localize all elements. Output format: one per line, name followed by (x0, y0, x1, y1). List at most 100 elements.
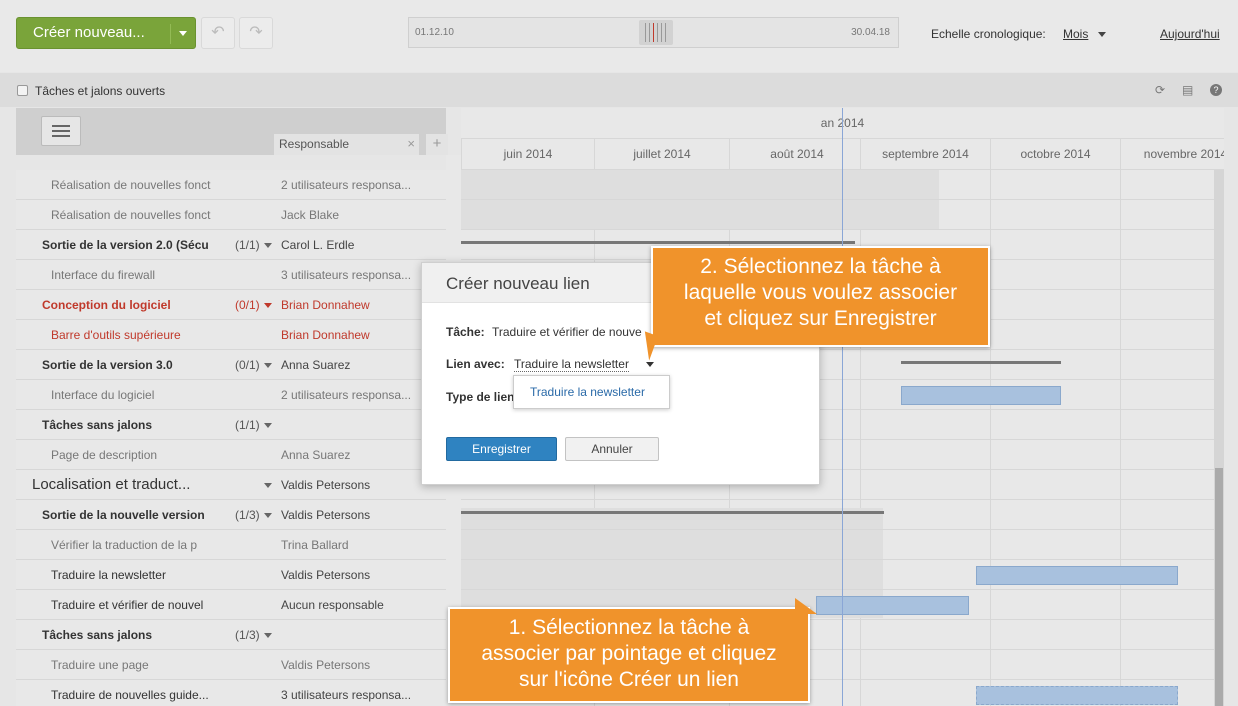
dialog-title: Créer nouveau lien (446, 274, 590, 293)
link-with-select[interactable]: Traduire la newsletter (514, 357, 629, 372)
task-name: Conception du logiciel (42, 298, 171, 312)
task-bar[interactable] (976, 686, 1178, 705)
redo-icon: ↷ (249, 24, 263, 41)
month-label: septembre 2014 (860, 139, 990, 170)
chevron-down-icon[interactable] (264, 363, 272, 368)
scale-select[interactable]: Mois (1063, 27, 1088, 41)
task-row[interactable]: Sortie de la version 2.0 (Sécu (1/1) Carol… (16, 230, 446, 260)
task-responsible: Brian Donnahew (281, 298, 370, 312)
link-type-label: Type de lien (446, 390, 514, 404)
task-count: (1/3) (235, 628, 260, 642)
task-name: Interface du firewall (51, 268, 156, 282)
task-row[interactable]: Vérifier la traduction de la p Trina Ball… (16, 530, 446, 560)
task-row[interactable]: Sortie de la version 3.0 (0/1) Anna Suarez (16, 350, 446, 380)
scale-label: Echelle cronologique: (931, 27, 1046, 41)
task-name: Sortie de la version 3.0 (42, 358, 173, 372)
task-bar[interactable] (816, 596, 969, 615)
responsible-column-header[interactable]: Responsable × (274, 134, 419, 155)
task-responsible: Anna Suarez (281, 448, 351, 462)
task-name: Interface du logiciel (51, 388, 155, 402)
create-new-label: Créer nouveau... (33, 24, 145, 41)
summary-bar[interactable] (461, 511, 884, 514)
chevron-down-icon[interactable] (264, 303, 272, 308)
timeline-end-date: 30.04.18 (851, 27, 890, 38)
callout-step-1: 1. Sélectionnez la tâche à associer par … (448, 607, 810, 703)
callout-step-2: 2. Sélectionnez la tâche à laquelle vous… (651, 246, 990, 347)
grid-header: Responsable × + (16, 108, 448, 155)
task-name: Sortie de la nouvelle version (42, 508, 205, 522)
cancel-button[interactable]: Annuler (565, 437, 659, 461)
task-name: Traduire de nouvelles guide... (51, 688, 209, 702)
callout-line: sur l'icône Créer un lien (519, 668, 739, 691)
task-row[interactable]: Traduire une page Valdis Petersons (16, 650, 446, 680)
task-row[interactable]: Réalisation de nouvelles fonct 2 utilisat… (16, 170, 446, 200)
add-column-button[interactable]: + (426, 134, 448, 155)
task-row[interactable]: Conception du logiciel (0/1) Brian Donnahe… (16, 290, 446, 320)
task-row[interactable]: Tâches sans jalons (1/1) (16, 410, 446, 440)
chevron-down-icon[interactable] (264, 483, 272, 488)
task-row[interactable]: Sortie de la nouvelle version (1/3) Valdis… (16, 500, 446, 530)
chevron-down-icon[interactable] (264, 423, 272, 428)
help-icon[interactable]: ? (1210, 84, 1222, 96)
task-responsible: Valdis Petersons (281, 508, 371, 522)
task-count: (1/1) (235, 238, 260, 252)
task-name: Page de description (51, 448, 158, 462)
chevron-down-icon[interactable] (646, 362, 654, 367)
summary-bar[interactable] (461, 241, 855, 244)
task-row[interactable]: Traduire et vérifier de nouvel Aucun resp… (16, 590, 446, 620)
task-row[interactable]: Interface du firewall 3 utilisateurs resp… (16, 260, 446, 290)
task-row[interactable]: Interface du logiciel 2 utilisateurs resp… (16, 380, 446, 410)
task-label: Tâche: (446, 325, 485, 339)
open-tasks-checkbox[interactable] (17, 85, 28, 96)
timeline-slider-handle[interactable] (639, 20, 673, 45)
task-row[interactable]: Traduire la newsletter Valdis Petersons (16, 560, 446, 590)
task-row[interactable]: Tâches sans jalons (1/3) (16, 620, 446, 650)
task-responsible: Brian Donnahew (281, 328, 370, 342)
task-count: (0/1) (235, 358, 260, 372)
top-toolbar: Créer nouveau... ↶ ↷ 01.12.10 30.04.18 E… (0, 0, 1238, 72)
task-name: Réalisation de nouvelles fonct (51, 178, 211, 192)
grid-menu-button[interactable] (41, 116, 81, 146)
task-name: Traduire une page (51, 658, 149, 672)
task-name: Localisation et traduct... (32, 476, 191, 493)
callout-line: et cliquez sur Enregistrer (704, 307, 937, 330)
task-name: Barre d'outils supérieure (51, 328, 181, 342)
today-link[interactable]: Aujourd'hui (1160, 27, 1220, 41)
chevron-down-icon[interactable] (1098, 32, 1106, 37)
refresh-icon[interactable]: ⟳ (1155, 83, 1165, 97)
task-name: Vérifier la traduction de la p (51, 538, 198, 552)
task-responsible: Trina Ballard (281, 538, 349, 552)
chevron-down-icon[interactable] (264, 243, 272, 248)
close-icon[interactable]: × (407, 134, 415, 154)
task-row[interactable]: Traduire de nouvelles guide... 3 utilisat… (16, 680, 446, 706)
callout-pointer (795, 598, 817, 614)
task-name: Traduire et vérifier de nouvel (51, 598, 204, 612)
task-responsible: 2 utilisateurs responsa... (281, 178, 412, 192)
task-row[interactable]: Localisation et traduct... Valdis Peterso… (16, 470, 446, 500)
dropdown-option[interactable]: Traduire la newsletter (530, 385, 645, 399)
create-new-button[interactable]: Créer nouveau... (16, 17, 196, 49)
summary-bar[interactable] (901, 361, 1061, 364)
scrollbar-thumb[interactable] (1215, 468, 1223, 706)
task-name: Traduire la newsletter (51, 568, 166, 582)
save-button[interactable]: Enregistrer (446, 437, 557, 461)
callout-line: 2. Sélectionnez la tâche à (700, 255, 941, 278)
task-bar[interactable] (976, 566, 1178, 585)
vertical-scrollbar[interactable] (1214, 170, 1224, 706)
month-label: août 2014 (729, 139, 864, 170)
print-icon[interactable]: ▤ (1182, 83, 1193, 97)
task-row[interactable]: Barre d'outils supérieure Brian Donnahew (16, 320, 446, 350)
redo-button[interactable]: ↷ (239, 17, 273, 49)
timeline-navigator[interactable]: 01.12.10 30.04.18 (408, 17, 899, 48)
callout-line: 1. Sélectionnez la tâche à (508, 616, 750, 639)
link-with-dropdown: Traduire la newsletter (513, 375, 670, 409)
task-row[interactable]: Réalisation de nouvelles fonct Jack Blake (16, 200, 446, 230)
task-bar[interactable] (901, 386, 1061, 405)
chevron-down-icon[interactable] (179, 31, 187, 36)
task-row[interactable]: Page de description Anna Suarez (16, 440, 446, 470)
undo-button[interactable]: ↶ (201, 17, 235, 49)
task-responsible: Jack Blake (281, 208, 340, 222)
timeline-start-date: 01.12.10 (415, 27, 454, 38)
chevron-down-icon[interactable] (264, 633, 272, 638)
chevron-down-icon[interactable] (264, 513, 272, 518)
